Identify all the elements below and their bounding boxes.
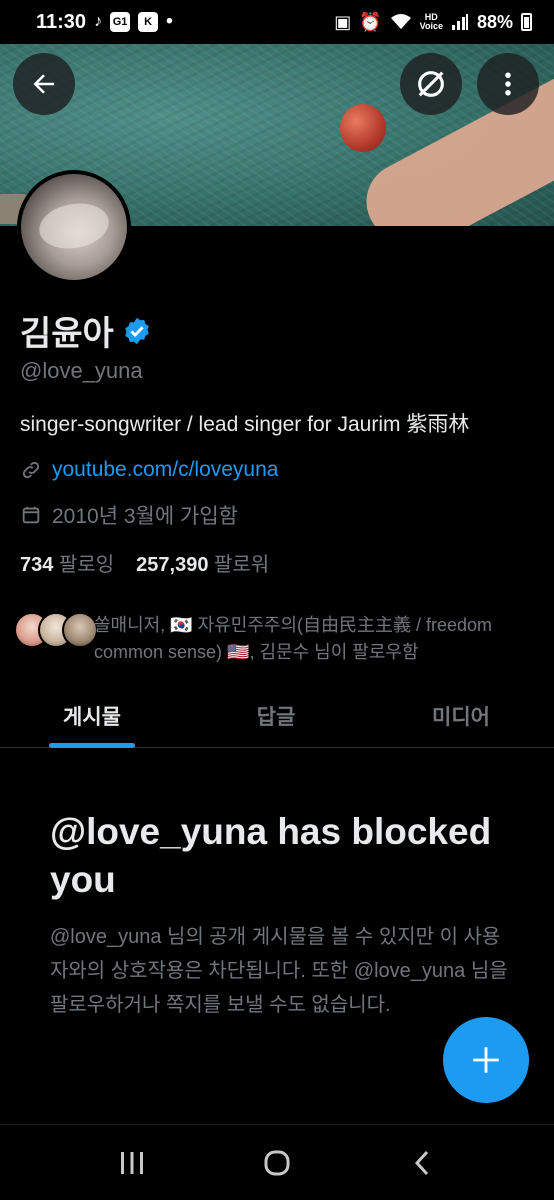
nfc-icon: ▣	[334, 11, 352, 32]
grok-off-icon	[418, 71, 444, 97]
link-icon	[22, 461, 40, 479]
plus-icon	[473, 1047, 499, 1073]
grok-off-button[interactable]	[400, 53, 462, 115]
system-nav-bar	[0, 1124, 554, 1200]
followers-you-know-text[interactable]: 쏠매니저, 🇰🇷 자유민주주의(自由民主主義 / freedom common …	[94, 612, 544, 666]
battery-percent: 88%	[476, 11, 513, 32]
following-stat[interactable]: 734 팔로잉	[20, 548, 114, 577]
profile-avatar[interactable]	[17, 170, 131, 284]
notification-k-icon: K	[138, 12, 159, 32]
compose-button[interactable]	[443, 1017, 529, 1103]
banner-apple	[340, 104, 386, 152]
battery-icon	[521, 13, 532, 31]
followers-you-know-avatars[interactable]	[14, 612, 98, 648]
nav-back-icon	[414, 1150, 428, 1175]
recent-apps-icon	[121, 1151, 144, 1174]
status-right: ▣ ⏰ HD Voice 88%	[334, 12, 532, 33]
arrow-left-icon	[33, 74, 54, 94]
followers-count: 257,390	[136, 554, 209, 576]
home-button[interactable]	[247, 1133, 307, 1193]
followers-stat[interactable]: 257,390 팔로워	[136, 548, 269, 577]
status-bar: 11:30 ♪ G1 K • ▣ ⏰ HD Voice 88%	[0, 0, 554, 44]
back-button[interactable]	[13, 53, 75, 115]
nav-back-button[interactable]	[392, 1133, 452, 1193]
status-left: 11:30 ♪ G1 K •	[36, 11, 173, 34]
avatar-image	[21, 174, 127, 280]
recent-apps-button[interactable]	[102, 1133, 162, 1193]
signal-icon	[451, 14, 468, 30]
notification-dot: •	[166, 11, 173, 32]
profile-tabs: 게시물 답글 미디어	[0, 684, 554, 748]
profile-website-link[interactable]: youtube.com/c/loveyuna	[52, 458, 278, 482]
following-label: 팔로잉	[58, 554, 115, 576]
wifi-icon	[390, 14, 411, 29]
blocked-description: @love_yuna 님의 공개 게시물을 볼 수 있지만 이 사용자와의 상호…	[50, 926, 508, 1016]
alarm-icon: ⏰	[359, 11, 382, 32]
hd-voice-icon: HD Voice	[420, 13, 443, 31]
display-name-text: 김윤아	[20, 315, 114, 353]
more-vertical-icon	[505, 72, 511, 96]
profile-bio: singer-songwriter / lead singer for Jaur…	[20, 413, 470, 436]
profile-joined-text: 2010년 3월에 가입함	[52, 505, 238, 528]
home-icon	[264, 1150, 290, 1175]
follow-stats: 734 팔로잉 257,390 팔로워	[20, 548, 269, 577]
calendar-icon	[22, 506, 40, 524]
tab-replies[interactable]: 답글	[184, 684, 368, 747]
profile-joined-row: 2010년 3월에 가입함	[20, 500, 238, 530]
music-note-icon: ♪	[94, 13, 103, 30]
display-name: 김윤아	[20, 306, 152, 355]
following-count: 734	[20, 554, 54, 576]
tab-posts[interactable]: 게시물	[0, 684, 184, 747]
verified-badge-icon[interactable]	[122, 316, 152, 346]
notification-g1-icon: G1	[110, 12, 131, 32]
profile-link-row: youtube.com/c/loveyuna	[20, 458, 278, 482]
tab-media[interactable]: 미디어	[368, 684, 554, 747]
voice-label: Voice	[419, 21, 443, 31]
mini-avatar	[62, 612, 98, 648]
status-time: 11:30	[36, 10, 87, 33]
more-button[interactable]	[477, 53, 539, 115]
profile-handle: @love_yuna	[20, 358, 143, 383]
followers-label: 팔로워	[214, 554, 270, 576]
blocked-title: @love_yuna has blocked you	[50, 811, 492, 900]
